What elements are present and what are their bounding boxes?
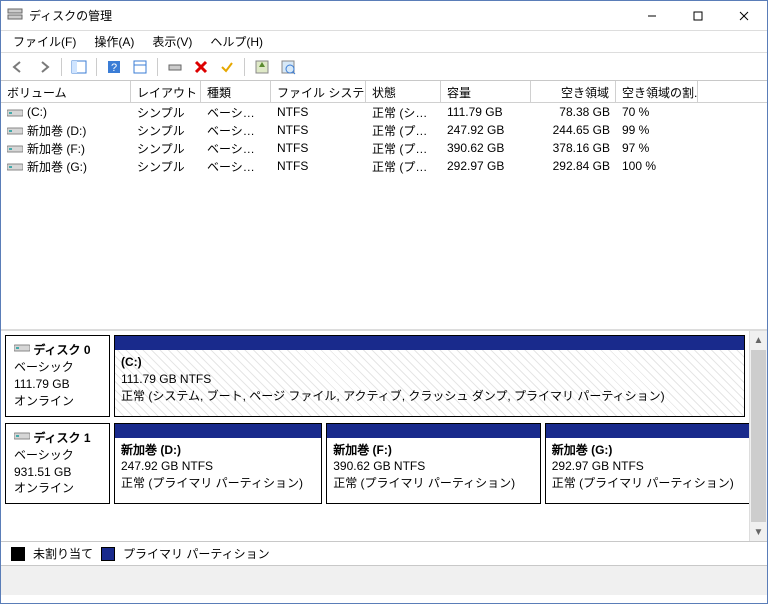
legend-unallocated-swatch [11,547,25,561]
back-button[interactable] [7,56,29,78]
maximize-button[interactable] [675,1,721,31]
close-button[interactable] [721,1,767,31]
col-pct[interactable]: 空き領域の割... [616,81,698,102]
partition-header [546,424,749,438]
forward-button[interactable] [33,56,55,78]
col-free[interactable]: 空き領域 [531,81,616,102]
partition[interactable]: 新加巻 (G:)292.97 GB NTFS正常 (プライマリ パーティション) [545,423,749,505]
drive-icon [7,143,23,155]
view-top-button[interactable] [251,56,273,78]
titlebar: ディスクの管理 [1,1,767,31]
table-header: ボリューム レイアウト 種類 ファイル システム 状態 容量 空き領域 空き領域… [1,81,767,103]
table-row[interactable]: 新加巻 (D:)シンプルベーシックNTFS正常 (プラ...247.92 GB2… [1,121,767,139]
disk-layout-graph: ディスク 0ベーシック111.79 GBオンライン(C:)111.79 GB N… [1,331,767,541]
drive-icon [7,161,23,173]
legend: 未割り当て プライマリ パーティション [1,541,767,565]
delete-button[interactable] [190,56,212,78]
disk-row: ディスク 1ベーシック931.51 GBオンライン新加巻 (D:)247.92 … [5,423,745,505]
legend-unallocated-label: 未割り当て [33,545,93,562]
drive-icon [7,107,23,119]
table-row[interactable]: 新加巻 (G:)シンプルベーシックNTFS正常 (プラ...292.97 GB2… [1,157,767,175]
statusbar [1,565,767,595]
col-capacity[interactable]: 容量 [441,81,531,102]
scroll-up-button[interactable]: ▲ [750,331,767,349]
menu-file[interactable]: ファイル(F) [7,31,82,52]
toolbar: ? [1,53,767,81]
partition[interactable]: (C:)111.79 GB NTFS正常 (システム, ブート, ページ ファイ… [114,335,745,417]
view-bottom-button[interactable] [277,56,299,78]
menubar: ファイル(F) 操作(A) 表示(V) ヘルプ(H) [1,31,767,53]
disk-sidebar[interactable]: ディスク 0ベーシック111.79 GBオンライン [5,335,110,417]
device-button[interactable] [164,56,186,78]
window-title: ディスクの管理 [29,7,112,24]
drive-icon [7,125,23,137]
scroll-thumb[interactable] [751,350,766,522]
show-hide-console-tree-button[interactable] [68,56,90,78]
vertical-scrollbar[interactable]: ▲ ▼ [749,331,767,541]
col-volume[interactable]: ボリューム [1,81,131,102]
partition-header [115,336,744,350]
col-filesystem[interactable]: ファイル システム [271,81,366,102]
partition[interactable]: 新加巻 (D:)247.92 GB NTFS正常 (プライマリ パーティション) [114,423,322,505]
table-row[interactable]: (C:)シンプルベーシックNTFS正常 (シス...111.79 GB78.38… [1,103,767,121]
app-icon [7,6,23,25]
check-button[interactable] [216,56,238,78]
legend-primary-label: プライマリ パーティション [123,545,270,562]
volume-table: ボリューム レイアウト 種類 ファイル システム 状態 容量 空き領域 空き領域… [1,81,767,331]
disk-sidebar[interactable]: ディスク 1ベーシック931.51 GBオンライン [5,423,110,505]
table-row[interactable]: 新加巻 (F:)シンプルベーシックNTFS正常 (プラ...390.62 GB3… [1,139,767,157]
menu-view[interactable]: 表示(V) [146,31,198,52]
properties-button[interactable] [129,56,151,78]
col-status[interactable]: 状態 [366,81,441,102]
minimize-button[interactable] [629,1,675,31]
menu-action[interactable]: 操作(A) [88,31,140,52]
scroll-down-button[interactable]: ▼ [750,523,767,541]
partition[interactable]: 新加巻 (F:)390.62 GB NTFS正常 (プライマリ パーティション) [326,423,541,505]
help-button[interactable]: ? [103,56,125,78]
col-type[interactable]: 種類 [201,81,271,102]
disk-row: ディスク 0ベーシック111.79 GBオンライン(C:)111.79 GB N… [5,335,745,417]
partition-header [115,424,321,438]
legend-primary-swatch [101,547,115,561]
partition-header [327,424,540,438]
svg-text:?: ? [111,62,117,74]
menu-help[interactable]: ヘルプ(H) [204,31,269,52]
col-layout[interactable]: レイアウト [131,81,201,102]
